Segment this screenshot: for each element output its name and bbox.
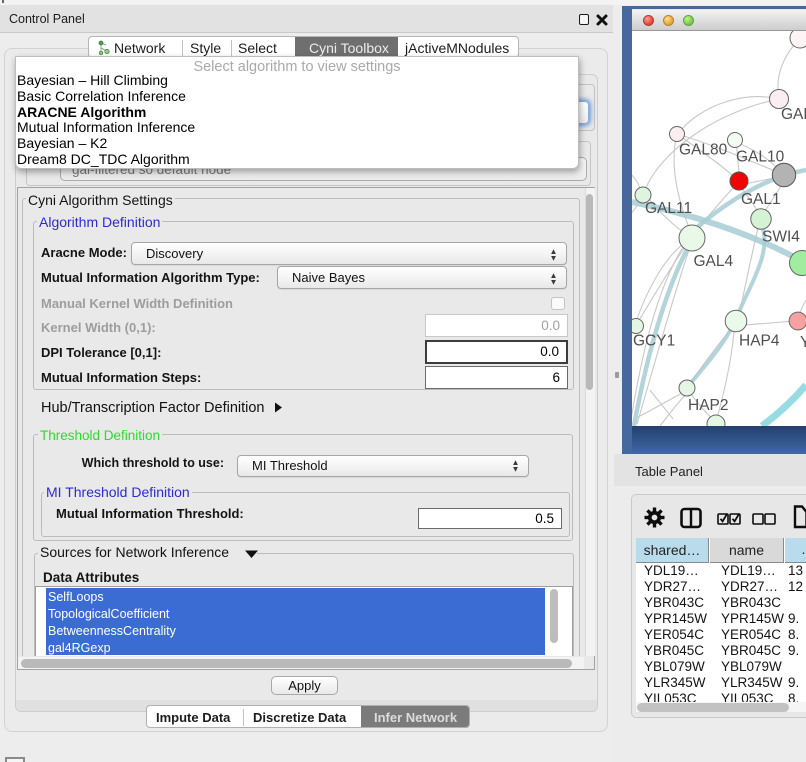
svg-text:GAL4: GAL4 (694, 253, 734, 270)
svg-text:GAL11: GAL11 (645, 200, 692, 217)
svg-text:GCY1: GCY1 (633, 333, 675, 350)
svg-text:HAP2: HAP2 (688, 397, 729, 414)
svg-text:Y: Y (800, 334, 806, 351)
svg-text:GAL10: GAL10 (736, 149, 785, 166)
svg-text:GAL1: GAL1 (741, 191, 781, 208)
svg-text:GAL: GAL (781, 106, 806, 123)
svg-text:HAP4: HAP4 (739, 333, 780, 350)
svg-text:GAL80: GAL80 (679, 142, 728, 159)
svg-text:SWI4: SWI4 (762, 229, 800, 246)
